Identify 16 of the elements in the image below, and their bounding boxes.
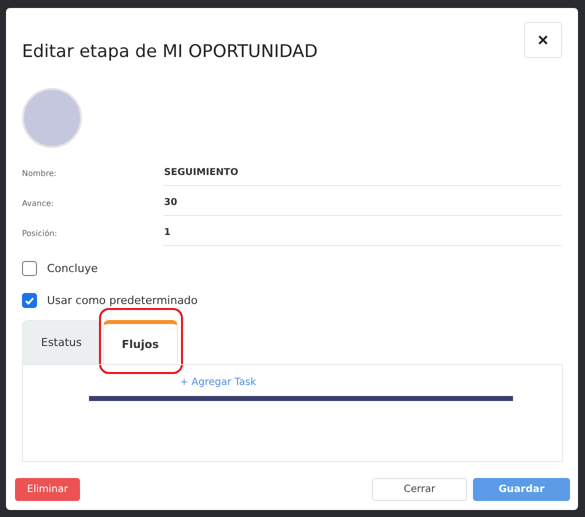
checkbox-label: Usar como predeterminado [47, 294, 198, 306]
tab[interactable]: Flujos [102, 320, 178, 364]
cancel-button[interactable]: Cerrar [372, 478, 467, 501]
dialog-title: Editar etapa de MI OPORTUNIDAD [22, 42, 318, 62]
field-value: 1 [163, 227, 562, 246]
tab[interactable]: Estatus [22, 320, 101, 364]
close-button[interactable]: × [524, 22, 562, 58]
field-value: SEGUIMIENTO [163, 167, 562, 186]
delete-button[interactable]: Eliminar [15, 478, 80, 501]
checkbox-label: Concluye [47, 262, 98, 274]
field-label: Nombre: [22, 169, 58, 180]
checkbox[interactable] [22, 292, 37, 308]
field-value: 30 [163, 197, 562, 216]
field-label: Posición: [22, 229, 58, 240]
checkbox[interactable] [22, 260, 37, 276]
field-label: Avance: [22, 199, 55, 210]
